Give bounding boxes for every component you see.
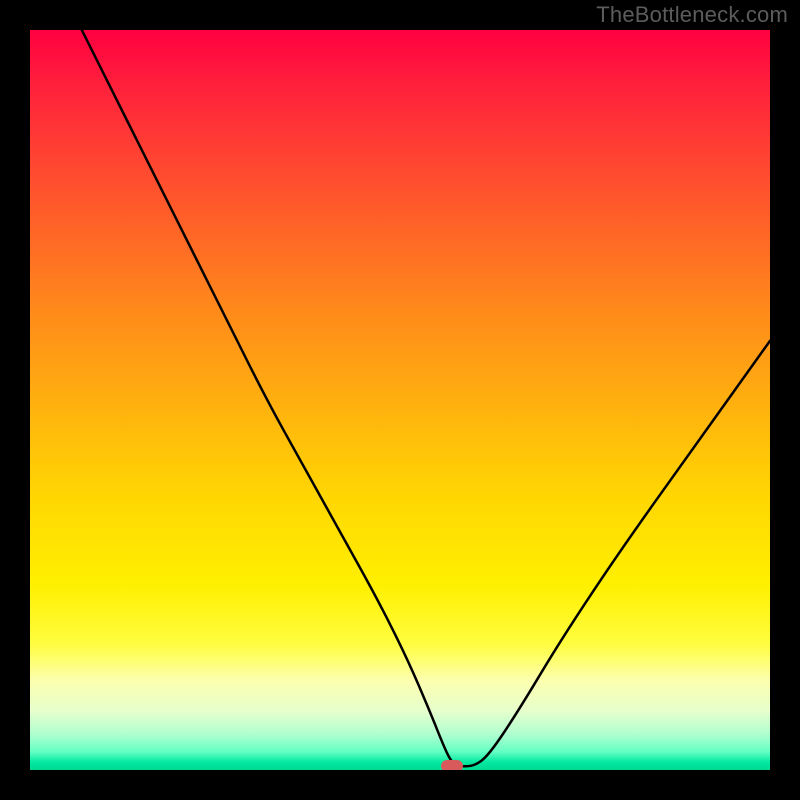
bottleneck-curve	[82, 30, 770, 766]
minimum-marker	[441, 760, 463, 770]
curve-svg	[30, 30, 770, 770]
plot-area	[30, 30, 770, 770]
watermark-label: TheBottleneck.com	[596, 2, 788, 28]
chart-frame: TheBottleneck.com	[0, 0, 800, 800]
